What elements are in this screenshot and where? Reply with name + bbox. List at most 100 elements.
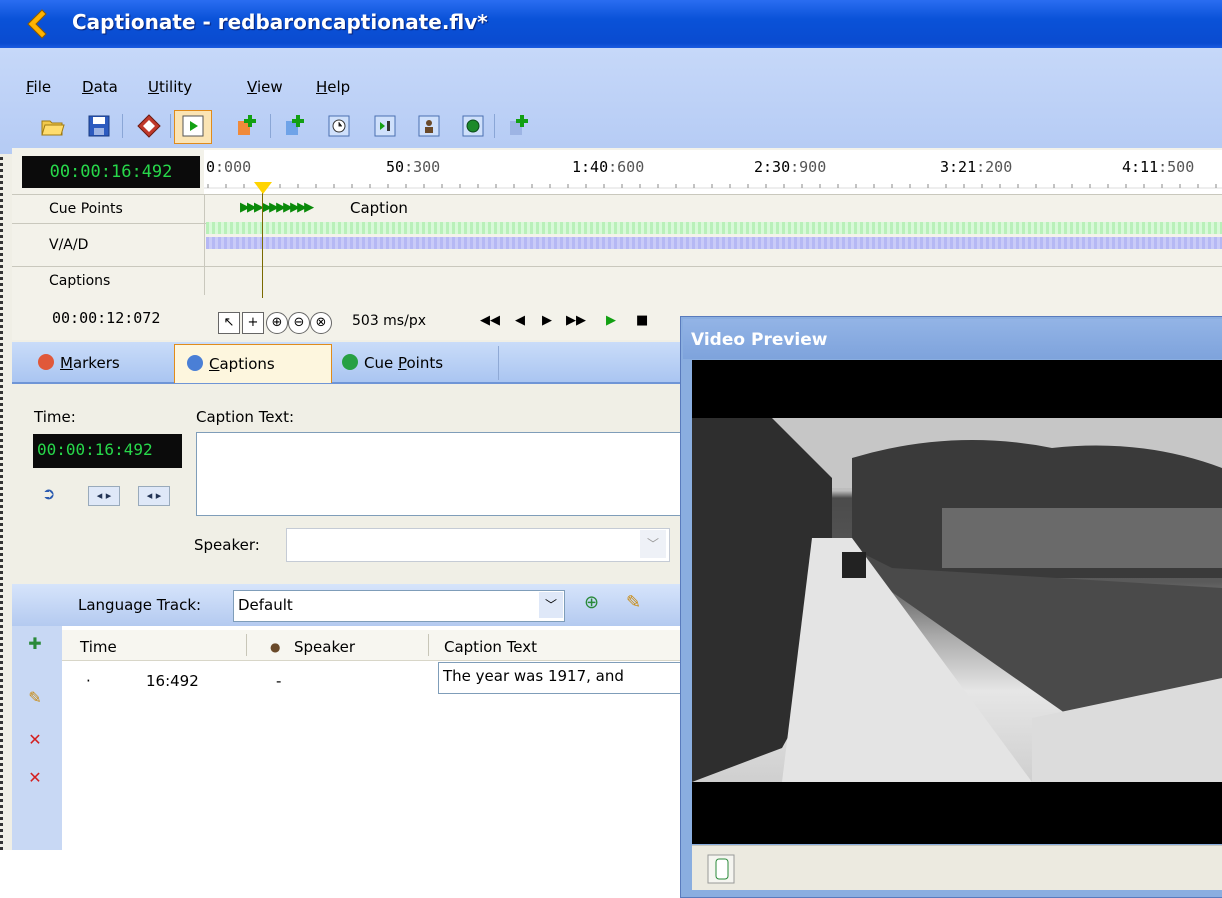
open-folder-icon[interactable]: [40, 113, 66, 139]
language-track-select[interactable]: Default: [233, 590, 565, 622]
speaker-dropdown[interactable]: [286, 528, 670, 562]
row-caption: The year was 1917, and: [443, 667, 624, 685]
video-data-strip: [206, 222, 1222, 234]
zoom-fit-icon[interactable]: ⊗: [310, 312, 332, 334]
language-dropdown-arrow-icon[interactable]: ﹀: [539, 592, 563, 618]
edit-caption-row-icon[interactable]: ✎: [24, 688, 46, 710]
nudge-start-buttons[interactable]: ◂ ▸: [88, 486, 120, 506]
zoom-level: 503 ms/px: [352, 313, 426, 329]
zoom-out-icon[interactable]: ⊖: [288, 312, 310, 334]
caption-text-label: Caption Text:: [196, 408, 295, 426]
menu-view[interactable]: View: [247, 78, 283, 96]
menu-utility[interactable]: Utility: [148, 78, 192, 96]
play-icon[interactable]: [180, 113, 206, 139]
volume-slider-icon[interactable]: [706, 851, 736, 885]
caption-time-field[interactable]: 00:00:16:492: [33, 434, 182, 468]
ruler-tick-label: 4:11:500: [1122, 158, 1195, 176]
add-caption-row-icon[interactable]: ✚: [24, 634, 46, 656]
cue-point-caption-label: Caption: [350, 199, 408, 217]
edit-language-icon[interactable]: ✎: [626, 592, 641, 613]
delete-caption-row-icon[interactable]: ✕: [24, 730, 46, 752]
cue-point-markers[interactable]: ▶▶▶ ▶▶▶▶▶▶▶: [240, 200, 314, 215]
menu-file[interactable]: File: [26, 78, 51, 96]
add-item-icon[interactable]: [506, 113, 532, 139]
tab-captions[interactable]: Captions: [174, 344, 332, 383]
zoom-in-icon[interactable]: ⊕: [266, 312, 288, 334]
stop-icon[interactable]: ■: [636, 313, 648, 328]
tab-markers[interactable]: Markers: [38, 346, 179, 380]
globe-icon[interactable]: [460, 113, 486, 139]
menu-data[interactable]: Data: [82, 78, 118, 96]
export-icon[interactable]: [372, 113, 398, 139]
rewind-icon[interactable]: ◀◀: [480, 313, 500, 328]
nudge-end-buttons[interactable]: ◂ ▸: [138, 486, 170, 506]
menu-help[interactable]: Help: [316, 78, 350, 96]
video-preview-statusbar: [692, 845, 1222, 890]
range-tool-icon[interactable]: +: [242, 312, 264, 334]
select-tool-icon[interactable]: ↖: [218, 312, 240, 334]
speaker-dropdown-arrow-icon[interactable]: ﹀: [640, 530, 666, 558]
save-icon[interactable]: [86, 113, 112, 139]
markers-clock-icon: [38, 354, 54, 370]
captions-clock-icon: [187, 355, 203, 371]
column-header-caption-text[interactable]: Caption Text: [444, 638, 537, 656]
column-header-time[interactable]: Time: [80, 638, 117, 656]
ruler-tick-label: 50:300: [386, 158, 441, 176]
speaker-label: Speaker:: [194, 536, 260, 554]
ruler-tick-label: 3:21:200: [940, 158, 1013, 176]
column-header-speaker[interactable]: Speaker: [294, 638, 355, 656]
language-track-value: Default: [238, 596, 293, 614]
play-button-icon[interactable]: ▶: [606, 313, 616, 328]
row-time: 16:492: [146, 672, 199, 690]
current-timecode: 00:00:16:492: [22, 156, 200, 188]
ruler-tick-label: 2:30:900: [754, 158, 827, 176]
add-caption-icon[interactable]: [282, 113, 308, 139]
speaker-column-icon: ●: [270, 640, 281, 654]
video-preview-title: Video Preview: [691, 330, 828, 350]
column-divider[interactable]: [246, 634, 247, 656]
fast-forward-icon[interactable]: ▶▶: [566, 313, 586, 328]
ruler-tick-label: 1:40:600: [572, 158, 645, 176]
grid-header: [62, 630, 682, 661]
row-speaker: -: [276, 672, 282, 690]
captions-track[interactable]: [204, 266, 1222, 295]
cue-points-clock-icon: [342, 354, 358, 370]
speaker-icon[interactable]: [416, 113, 442, 139]
toolbar-separator: [270, 114, 271, 138]
tab-bar: Markers Captions Cue Points: [12, 342, 682, 384]
playhead-line[interactable]: [262, 185, 263, 300]
delete-all-rows-icon[interactable]: ✕: [24, 768, 46, 790]
captionate-logo-icon: [27, 9, 47, 39]
tab-cue-points[interactable]: Cue Points: [330, 346, 499, 380]
step-back-icon[interactable]: ◀: [515, 313, 525, 328]
row-caption-cell[interactable]: The year was 1917, and: [438, 662, 684, 694]
audio-data-strip: [206, 237, 1222, 249]
marker-icon[interactable]: [136, 113, 162, 139]
caption-text-input[interactable]: [196, 432, 684, 516]
add-cue-icon[interactable]: [234, 113, 260, 139]
title-bar[interactable]: Captionate - redbaroncaptionate.flv*: [0, 0, 1222, 48]
toolbar-separator: [170, 114, 171, 138]
video-still-image: [692, 418, 1222, 782]
row-label-cue-points: Cue Points: [12, 194, 204, 223]
toolbar-separator: [122, 114, 123, 138]
video-preview-title-bar[interactable]: Video Preview: [683, 319, 1222, 359]
clock-icon[interactable]: [326, 113, 352, 139]
row-label-vad: V/A/D: [12, 223, 204, 266]
toolbar-separator: [494, 114, 495, 138]
video-scene: [692, 418, 1222, 782]
column-divider[interactable]: [428, 634, 429, 656]
time-ruler[interactable]: [204, 150, 1222, 195]
playhead-handle[interactable]: [254, 182, 272, 194]
apply-time-icon[interactable]: ➲: [42, 484, 55, 503]
ruler-tick-label: 0:000: [206, 158, 252, 176]
time-label: Time:: [34, 408, 76, 426]
language-track-label: Language Track:: [78, 596, 202, 614]
row-marker: ·: [86, 672, 91, 690]
window-title: Captionate - redbaroncaptionate.flv*: [72, 10, 488, 34]
add-language-icon[interactable]: ⊕: [584, 592, 599, 613]
row-label-captions: Captions: [12, 266, 204, 295]
ruler-ticks: [204, 184, 1222, 189]
step-forward-icon[interactable]: ▶: [542, 313, 552, 328]
cursor-time: 00:00:12:072: [52, 309, 161, 327]
